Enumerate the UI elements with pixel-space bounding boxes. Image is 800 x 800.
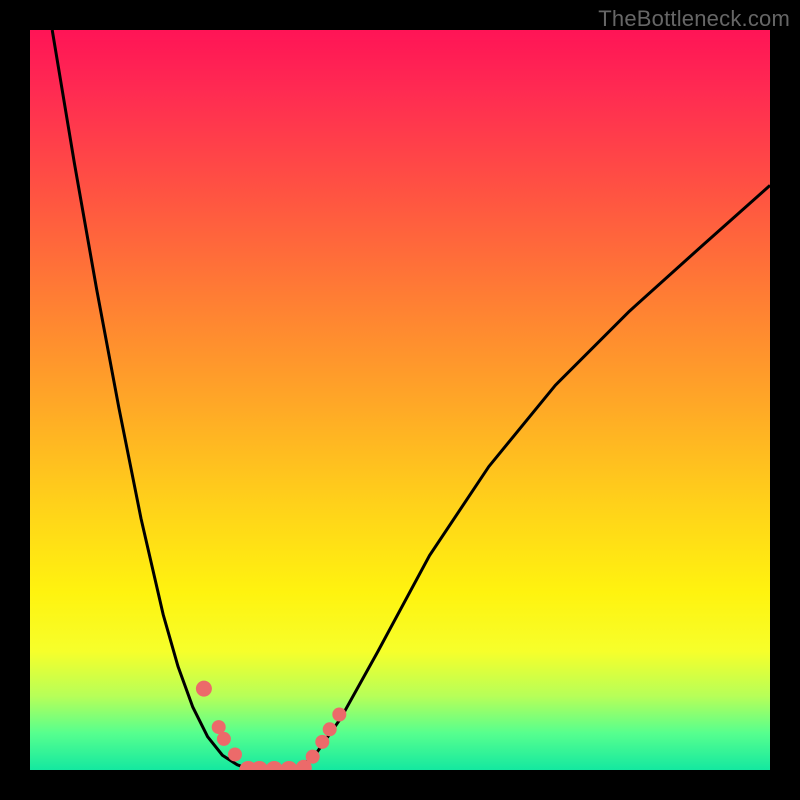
curves-svg [30,30,770,770]
data-marker [315,735,329,749]
watermark-text: TheBottleneck.com [598,6,790,32]
bottleneck-curve-left [52,30,252,770]
data-markers-group [196,681,346,770]
chart-frame: TheBottleneck.com [0,0,800,800]
data-marker [332,708,346,722]
data-marker [280,761,298,770]
bottleneck-curve-right [296,185,770,770]
data-marker [323,722,337,736]
plot-area [30,30,770,770]
data-marker [228,747,242,761]
data-marker [217,732,231,746]
data-marker [306,750,320,764]
data-marker [196,681,212,697]
